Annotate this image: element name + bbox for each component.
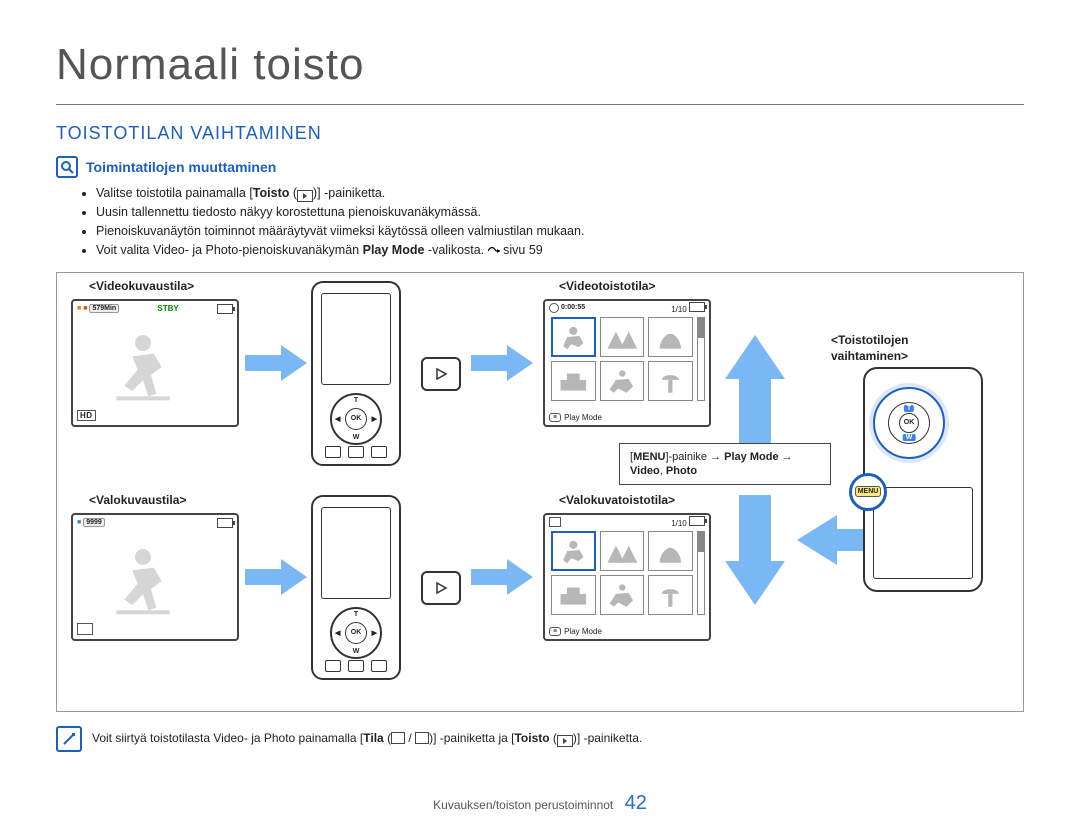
subsection-title: Toimintatilojen muuttaminen	[86, 159, 276, 175]
video-mode-icon	[391, 732, 405, 744]
battery-icon	[689, 516, 705, 526]
instruction-item: Pienoiskuvanäytön toiminnot määräytyvät …	[96, 222, 1024, 240]
label-video-play: <Videotoistotila>	[559, 279, 655, 293]
menu-pill-icon: ≡	[549, 627, 561, 636]
note-text: Voit siirtyä toistotilasta Video- ja Pho…	[92, 731, 642, 747]
page-title: Normaali toisto	[56, 40, 1024, 90]
play-button	[421, 571, 461, 605]
dpad-control: T W ◀▶ OK	[330, 393, 382, 445]
label-photo-play: <Valokuvatoistotila>	[559, 493, 675, 507]
play-icon	[297, 190, 313, 202]
camera-badge-icon	[77, 623, 93, 635]
instruction-item: Valitse toistotila painamalla [Toisto ()…	[96, 184, 1024, 202]
label-mode-switch-1: <Toistotilojen	[831, 333, 908, 347]
instruction-item: Uusin tallennettu tiedosto näkyy koroste…	[96, 203, 1024, 221]
note-icon	[56, 726, 82, 752]
battery-icon	[217, 518, 233, 528]
dpad-highlight: T W OK	[873, 387, 945, 459]
photo-mode-icon	[415, 732, 429, 744]
page-link-icon	[488, 243, 500, 261]
menu-pill-icon: ≡	[549, 413, 561, 422]
video-record-screen: ■■579Min STBY HD	[71, 299, 239, 427]
dpad-control: T W ◀▶ OK	[330, 607, 382, 659]
menu-button-highlight: MENU	[849, 473, 887, 511]
battery-icon	[217, 304, 233, 314]
subsection-header: Toimintatilojen muuttaminen	[56, 156, 1024, 178]
battery-icon	[689, 302, 705, 312]
arrow-right-icon	[471, 559, 533, 595]
scrollbar	[697, 317, 705, 401]
play-icon	[557, 735, 573, 747]
skater-silhouette-icon	[103, 327, 183, 407]
play-button	[421, 357, 461, 391]
arrow-right-icon	[245, 559, 307, 595]
photo-play-screen: 1/10 ≡Play Mode	[543, 513, 711, 641]
menu-popup: [MENU]-painike → Play Mode → Video, Phot…	[619, 443, 831, 486]
camcorder-device: T W ◀▶ OK	[311, 281, 401, 466]
title-divider	[56, 104, 1024, 105]
photo-record-screen: ■9999	[71, 513, 239, 641]
magnifier-icon	[56, 156, 78, 178]
camcorder-device: T W ◀▶ OK	[311, 495, 401, 680]
instruction-list: Valitse toistotila painamalla [Toisto ()…	[96, 184, 1024, 262]
arrow-right-icon	[471, 345, 533, 381]
scrollbar	[697, 531, 705, 615]
arrow-right-icon	[245, 345, 307, 381]
section-title: TOISTOTILAN VAIHTAMINEN	[56, 123, 1024, 144]
mode-diagram: <Videokuvaustila> <Videotoistotila> <Toi…	[56, 272, 1024, 712]
note-row: Voit siirtyä toistotilasta Video- ja Pho…	[56, 726, 1024, 752]
page-footer: Kuvauksen/toiston perustoiminnot 42	[0, 792, 1080, 815]
skater-silhouette-icon	[103, 541, 183, 621]
footer-section: Kuvauksen/toiston perustoiminnot	[433, 798, 613, 812]
arrow-down-icon	[725, 495, 785, 605]
manual-page: Normaali toisto TOISTOTILAN VAIHTAMINEN …	[0, 0, 1080, 825]
arrow-up-icon	[725, 335, 785, 445]
video-play-screen: 0:00:55 1/10 ≡Play Mode	[543, 299, 711, 427]
hd-badge: HD	[77, 410, 96, 421]
page-number: 42	[625, 792, 647, 814]
label-mode-switch-2: vaihtaminen>	[831, 349, 908, 363]
instruction-item: Voit valita Video- ja Photo-pienoiskuvan…	[96, 241, 1024, 261]
label-video-rec: <Videokuvaustila>	[89, 279, 194, 293]
label-photo-rec: <Valokuvaustila>	[89, 493, 186, 507]
menu-label: MENU	[855, 486, 882, 497]
